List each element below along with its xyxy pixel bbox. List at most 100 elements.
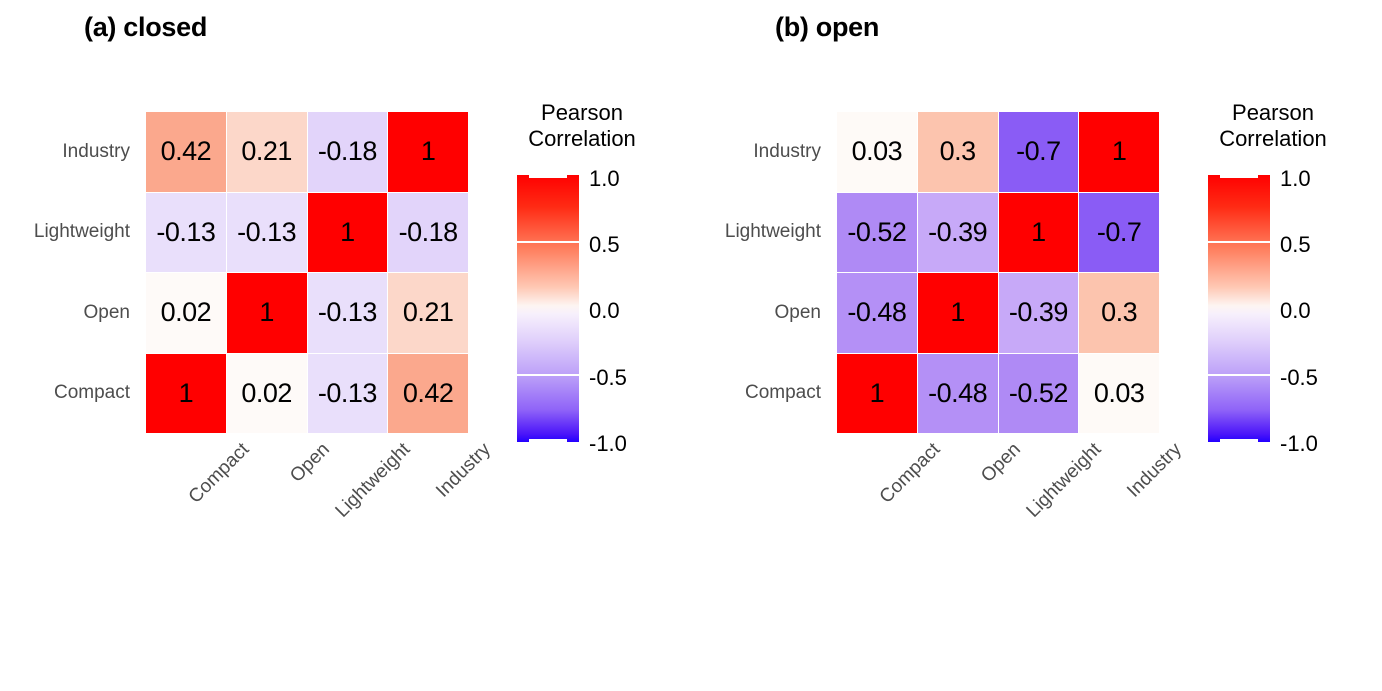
colorbar-tick-mark [1208, 241, 1270, 243]
heatmap-cell-value: 0.3 [939, 136, 977, 167]
heatmap-cell: -0.13 [307, 273, 388, 353]
heatmap-cell: -0.7 [998, 112, 1079, 192]
heatmap-cell-value: -0.39 [1008, 297, 1069, 328]
heatmap-cell-value: -0.13 [317, 377, 378, 408]
colorbar-tick-label: -0.5 [589, 365, 627, 390]
heatmap-closed: 0.42 0.21 -0.18 1 -0.13 -0.13 1 -0.18 0.02 1 -0.13… [146, 112, 468, 433]
heatmap-cell: -0.13 [226, 192, 307, 272]
colorbar-tick-label: 0.5 [1280, 232, 1311, 257]
row-labels-closed: Industry Lightweight Open Compact [0, 112, 138, 433]
colorbar-title-line2: Correlation [1219, 125, 1327, 151]
heatmap-cell-value: -0.18 [398, 216, 459, 247]
heatmap-cell-value: -0.48 [928, 377, 988, 408]
heatmap-cell: -0.7 [1079, 192, 1159, 272]
colorbar-tick-mark [517, 241, 579, 243]
colorbar-tick-mark [529, 439, 567, 442]
heatmap-cell: 0.02 [146, 273, 226, 353]
colorbar-tick-mark [1220, 439, 1258, 442]
column-label: Compact [875, 439, 945, 508]
heatmap-cell-value: 0.02 [241, 377, 292, 408]
column-labels-open: Compact Open Lightweight Industry [837, 433, 1186, 583]
heatmap-cell-value: 0.02 [160, 297, 212, 328]
heatmap-cell: -0.13 [307, 353, 388, 433]
heatmap-cell: 0.3 [917, 112, 998, 192]
panel-closed: (a) closed Industry Lightweight Open Com… [0, 0, 691, 691]
panel-title-closed: (a) closed [84, 12, 208, 42]
row-label: Open [83, 301, 130, 323]
heatmap-cell: 1 [146, 353, 226, 433]
heatmap-cell-value: 1 [420, 136, 436, 167]
heatmap-cell-value: 0.21 [402, 297, 454, 328]
colorbar-tick-label: 0.0 [1280, 298, 1311, 323]
heatmap-cell: -0.52 [998, 353, 1079, 433]
heatmap-cell: 1 [388, 112, 468, 192]
heatmap-cell: 1 [307, 192, 388, 272]
heatmap-cell-value: -0.39 [928, 216, 988, 247]
colorbar-title-line1: Pearson [541, 100, 623, 125]
colorbar-tick-label: 1.0 [1280, 166, 1311, 191]
heatmap-cell-value: 0.03 [851, 136, 903, 167]
colorbar-tick-label: -0.5 [1280, 365, 1318, 390]
column-label: Compact [184, 439, 254, 508]
colorbar-tick-mark [1208, 374, 1270, 376]
heatmap-cell: -0.13 [146, 192, 226, 272]
colorbar-gradient [1208, 175, 1270, 442]
heatmap-cell: -0.39 [917, 192, 998, 272]
heatmap-cell: -0.18 [307, 112, 388, 192]
heatmap-cell: 0.42 [388, 353, 468, 433]
colorbar-tick-label: 0.5 [589, 232, 620, 257]
colorbar-tick-mark [1220, 175, 1258, 178]
heatmap-cell-value: -0.18 [317, 136, 378, 167]
heatmap-cell-value: 0.03 [1093, 377, 1145, 408]
row-label: Lightweight [33, 221, 130, 243]
row-label: Lightweight [724, 221, 821, 243]
heatmap-cell-value: 0.42 [402, 377, 454, 408]
heatmap-cell: 1 [917, 273, 998, 353]
panel-open: (b) open Industry Lightweight Open Compa… [691, 0, 1382, 691]
heatmap-cell: 1 [1079, 112, 1159, 192]
heatmap-cell-value: 1 [1031, 216, 1046, 247]
heatmap-cell-value: -0.52 [1008, 377, 1069, 408]
colorbar-tick-label: -1.0 [1280, 431, 1318, 456]
heatmap-open: 0.03 0.3 -0.7 1 -0.52 -0.39 1 -0.7 -0.48 1 -0.39 0.… [837, 112, 1159, 433]
colorbar-tick-label: 0.0 [589, 298, 620, 323]
heatmap-cell: 0.3 [1079, 273, 1159, 353]
heatmap-cell-value: 1 [259, 297, 274, 328]
colorbar-title-line1: Pearson [1232, 100, 1314, 125]
heatmap-cell: 0.02 [226, 353, 307, 433]
heatmap-cell: -0.18 [388, 192, 468, 272]
heatmap-cell-value: 0.42 [160, 136, 212, 167]
heatmap-cell-value: 1 [340, 216, 355, 247]
row-label: Compact [744, 381, 821, 403]
heatmap-cell: 0.21 [226, 112, 307, 192]
heatmap-cell: 0.42 [146, 112, 226, 192]
heatmap-cell-value: -0.13 [237, 216, 297, 247]
heatmap-cell: -0.39 [998, 273, 1079, 353]
heatmap-cell: 0.03 [1079, 353, 1159, 433]
row-label: Industry [62, 141, 130, 163]
heatmap-cell-value: -0.7 [1096, 216, 1142, 247]
heatmap-cell-value: 1 [1111, 136, 1127, 167]
colorbar-tick-mark [517, 374, 579, 376]
colorbar-title: Pearson Correlation [507, 100, 657, 152]
heatmap-cell-value: 1 [950, 297, 965, 328]
row-labels-open: Industry Lightweight Open Compact [691, 112, 829, 433]
heatmap-cell: 0.21 [388, 273, 468, 353]
heatmap-cell-value: 0.3 [1101, 297, 1138, 328]
heatmap-cell-value: 1 [178, 377, 194, 408]
heatmap-cell-value: -0.13 [156, 216, 216, 247]
heatmap-cell-value: 1 [869, 377, 885, 408]
column-labels-closed: Compact Open Lightweight Industry [146, 433, 495, 583]
panel-title-open: (b) open [775, 12, 880, 42]
colorbar-legend-open: Pearson Correlation 1.0 0.5 0.0 -0.5 -1.… [1198, 100, 1373, 460]
heatmap-cell-value: -0.52 [847, 216, 907, 247]
colorbar-legend-closed: Pearson Correlation 1.0 0.5 0.0 -0.5 -1.… [507, 100, 682, 460]
heatmap-cell-value: -0.13 [317, 297, 378, 328]
heatmap-cell: 1 [226, 273, 307, 353]
row-label: Industry [753, 141, 821, 163]
colorbar-title-line2: Correlation [528, 125, 636, 151]
heatmap-cell: -0.48 [837, 273, 917, 353]
heatmap-cell-value: 0.21 [241, 136, 292, 167]
heatmap-cell: 1 [837, 353, 917, 433]
colorbar-tick-label: 1.0 [589, 166, 620, 191]
